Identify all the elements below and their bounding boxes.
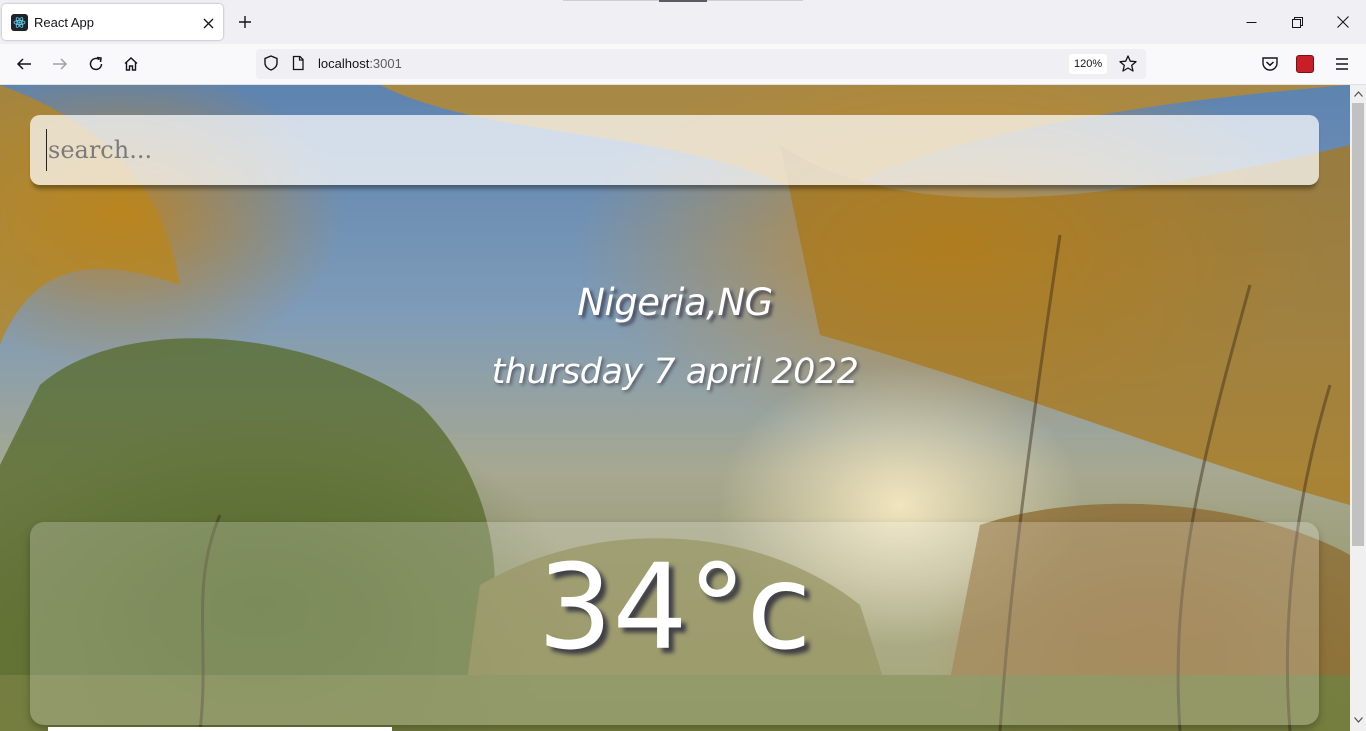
- back-arrow-icon: [16, 58, 31, 70]
- search-bar: [30, 115, 1319, 185]
- url-text[interactable]: localhost:3001: [318, 56, 402, 71]
- bookmark-star-icon[interactable]: [1118, 54, 1138, 74]
- tab-strip-divider: [563, 0, 659, 1]
- react-atom-icon: [11, 14, 28, 31]
- restore-button[interactable]: [1274, 0, 1320, 44]
- scrollbar-thumb[interactable]: [1352, 103, 1364, 546]
- date-label: thursday 7 april 2022: [491, 352, 859, 392]
- chevron-down-icon: [1353, 716, 1363, 723]
- browser-tab[interactable]: React App: [2, 4, 223, 40]
- page-icon[interactable]: [290, 55, 306, 71]
- temperature-card: 34°c: [30, 522, 1319, 725]
- tab-title: React App: [34, 15, 94, 30]
- close-window-button[interactable]: [1320, 0, 1366, 44]
- url-port: :3001: [369, 56, 402, 71]
- navigation-toolbar: localhost:3001 120%: [0, 44, 1366, 85]
- scroll-down-button[interactable]: [1350, 711, 1366, 728]
- search-input[interactable]: [46, 129, 1296, 171]
- close-icon: [1337, 16, 1349, 28]
- extension-icon[interactable]: [1296, 55, 1314, 73]
- pocket-icon[interactable]: [1256, 50, 1284, 78]
- reload-icon: [89, 56, 103, 71]
- bottom-highlight-bar: [48, 727, 392, 731]
- vertical-scrollbar[interactable]: [1350, 85, 1366, 731]
- tab-strip-indicator: [659, 0, 707, 2]
- zoom-level-badge[interactable]: 120%: [1069, 54, 1108, 74]
- new-tab-button[interactable]: [231, 8, 259, 36]
- tab-close-icon[interactable]: [198, 13, 218, 33]
- back-button[interactable]: [10, 50, 38, 78]
- minimize-icon: [1246, 21, 1256, 23]
- temperature-value: 34°c: [537, 538, 812, 676]
- url-bar[interactable]: localhost:3001 120%: [256, 49, 1146, 79]
- restore-icon: [1291, 16, 1303, 28]
- url-host: localhost: [318, 56, 370, 71]
- tab-strip: React App: [0, 0, 1366, 44]
- home-button[interactable]: [117, 50, 145, 78]
- reload-button[interactable]: [82, 50, 110, 78]
- home-icon: [124, 57, 138, 71]
- shield-icon[interactable]: [262, 54, 280, 72]
- weather-app: Nigeria,NG thursday 7 april 2022 34°c: [0, 85, 1350, 731]
- menu-icon[interactable]: [1330, 50, 1354, 78]
- forward-arrow-icon: [53, 58, 68, 70]
- scroll-up-button[interactable]: [1350, 85, 1366, 102]
- location-label: Nigeria,NG: [577, 281, 773, 324]
- chevron-up-icon: [1353, 90, 1363, 97]
- forward-button[interactable]: [46, 50, 74, 78]
- plus-icon: [239, 16, 251, 28]
- tab-strip-divider: [707, 0, 803, 1]
- minimize-button[interactable]: [1228, 0, 1274, 44]
